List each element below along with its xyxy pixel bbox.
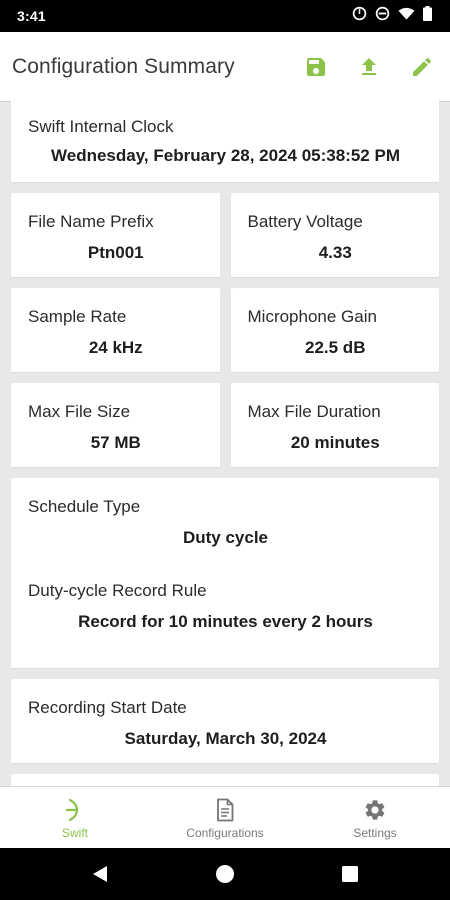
app-bar-actions: [300, 51, 438, 83]
row-rate-gain: Sample Rate 24 kHz Microphone Gain 22.5 …: [11, 288, 439, 372]
mic-gain-value: 22.5 dB: [305, 338, 366, 357]
document-icon: [217, 798, 234, 821]
card-battery-voltage: Battery Voltage 4.33: [230, 193, 439, 277]
upload-icon: [362, 57, 376, 75]
row-size-duration: Max File Size 57 MB Max File Duration 20…: [11, 383, 439, 467]
back-triangle-icon: [93, 866, 107, 882]
card-max-file-duration: Max File Duration 20 minutes: [230, 383, 439, 467]
nav-item-configurations[interactable]: Configurations: [150, 787, 300, 848]
nav-item-settings[interactable]: Settings: [300, 787, 450, 848]
gear-icon: [365, 799, 385, 820]
recents-button[interactable]: [288, 866, 413, 882]
summary-list[interactable]: Swift Internal Clock Wednesday, February…: [0, 92, 450, 786]
status-bar: 3:41: [0, 0, 450, 32]
nav-item-swift[interactable]: Swift: [0, 787, 150, 848]
bottom-navigation: Swift Configurations Settings: [0, 786, 450, 848]
card-internal-clock: Swift Internal Clock Wednesday, February…: [11, 98, 439, 182]
record-rule-value: Record for 10 minutes every 2 hours: [78, 612, 373, 631]
nav-label-settings: Settings: [353, 825, 397, 840]
card-microphone-gain: Microphone Gain 22.5 dB: [230, 288, 439, 372]
clock-value: Wednesday, February 28, 2024 05:38:52 PM: [51, 146, 400, 165]
card-recording-start-date: Recording Start Date Saturday, March 30,…: [11, 679, 439, 763]
max-size-value: 57 MB: [90, 433, 141, 452]
home-circle-icon: [216, 865, 234, 883]
home-button[interactable]: [163, 864, 288, 884]
status-icons: [352, 6, 432, 26]
upload-button[interactable]: [353, 51, 385, 83]
system-navigation-bar: [0, 848, 450, 900]
status-time: 3:41: [17, 8, 46, 24]
back-button[interactable]: [38, 865, 163, 883]
card-sample-rate: Sample Rate 24 kHz: [11, 288, 220, 372]
recents-square-icon: [342, 866, 358, 882]
max-duration-value: 20 minutes: [290, 433, 380, 452]
save-button[interactable]: [300, 51, 332, 83]
file-prefix-value: Ptn001: [87, 243, 144, 262]
battery-value: 4.33: [318, 243, 352, 262]
file-prefix-label: File Name Prefix: [28, 212, 154, 231]
alarm-icon: [352, 6, 367, 26]
nav-label-configurations: Configurations: [186, 825, 264, 840]
edit-button[interactable]: [406, 51, 438, 83]
card-schedule: Schedule Type Duty cycle Duty-cycle Reco…: [11, 478, 439, 668]
page-title: Configuration Summary: [12, 54, 235, 78]
sample-rate-label: Sample Rate: [28, 307, 127, 326]
schedule-type-label: Schedule Type: [28, 497, 141, 516]
mic-gain-label: Microphone Gain: [247, 307, 377, 326]
swift-icon: [65, 798, 79, 821]
wifi-icon: [398, 7, 415, 26]
card-file-name-prefix: File Name Prefix Ptn001: [11, 193, 220, 277]
record-rule-label: Duty-cycle Record Rule: [28, 581, 207, 600]
max-duration-label: Max File Duration: [247, 402, 381, 421]
card-partial: [11, 774, 439, 786]
start-date-label: Recording Start Date: [28, 698, 187, 717]
battery-label: Battery Voltage: [247, 212, 363, 231]
pencil-icon: [413, 57, 432, 76]
do-not-disturb-icon: [375, 6, 390, 26]
clock-label: Swift Internal Clock: [28, 117, 174, 136]
sample-rate-value: 24 kHz: [88, 338, 143, 357]
start-date-value: Saturday, March 30, 2024: [124, 729, 327, 748]
save-icon: [307, 57, 325, 76]
max-size-label: Max File Size: [28, 402, 131, 421]
card-max-file-size: Max File Size 57 MB: [11, 383, 220, 467]
battery-icon: [423, 6, 432, 26]
row-prefix-battery: File Name Prefix Ptn001 Battery Voltage …: [11, 193, 439, 277]
nav-label-swift: Swift: [61, 825, 88, 840]
schedule-type-value: Duty cycle: [182, 528, 269, 547]
